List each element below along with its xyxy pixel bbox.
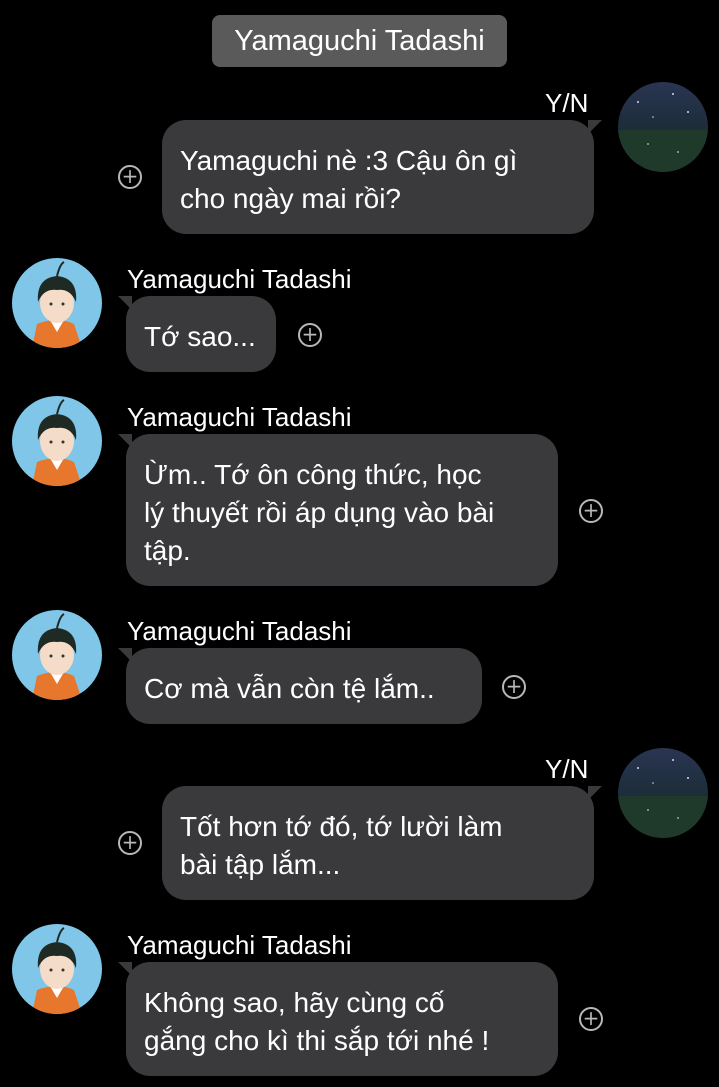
bubble-tail — [588, 120, 602, 134]
sender-name: Yamaguchi Tadashi — [127, 402, 352, 432]
bubble-tail — [588, 786, 602, 800]
message-line: bài tập lắm... — [180, 849, 341, 880]
chat-title: Yamaguchi Tadashi — [212, 15, 507, 67]
sender-name: Y/N — [545, 88, 589, 118]
bubble-tail — [118, 434, 132, 448]
add-reaction-icon[interactable]: + — [118, 165, 142, 189]
yamaguchi-avatar[interactable] — [12, 924, 102, 1014]
sender-name: Yamaguchi Tadashi — [127, 616, 352, 646]
bubble-tail — [118, 648, 132, 662]
message-line: cho ngày mai rồi? — [180, 183, 402, 214]
message-bubble[interactable]: Ừm.. Tớ ôn công thức, học lý thuyết rồi … — [126, 434, 558, 586]
yamaguchi-avatar[interactable] — [12, 610, 102, 700]
message-bubble[interactable]: Tốt hơn tớ đó, tớ lười làm bài tập lắm..… — [162, 786, 594, 900]
message-line: Tốt hơn tớ đó, tớ lười làm — [180, 811, 503, 842]
sender-name: Yamaguchi Tadashi — [127, 264, 352, 294]
yamaguchi-avatar[interactable] — [12, 258, 102, 348]
message-line: lý thuyết rồi áp dụng vào bài — [144, 497, 495, 528]
message-line: Cơ mà vẫn còn tệ lắm.. — [144, 673, 435, 704]
message-line: gắng cho kì thi sắp tới nhé ! — [144, 1025, 490, 1056]
add-reaction-icon[interactable]: + — [579, 1007, 603, 1031]
bubble-tail — [118, 296, 132, 310]
message-bubble[interactable]: Không sao, hãy cùng cố gắng cho kì thi s… — [126, 962, 558, 1076]
bubble-tail — [118, 962, 132, 976]
message-line: Ừm.. Tớ ôn công thức, học — [144, 459, 482, 490]
message-bubble[interactable]: Cơ mà vẫn còn tệ lắm.. — [126, 648, 482, 724]
message-line: Yamaguchi nè :3 Cậu ôn gì — [180, 145, 518, 176]
message-line: Tớ sao... — [144, 321, 256, 352]
add-reaction-icon[interactable]: + — [502, 675, 526, 699]
night-sky-avatar[interactable] — [618, 748, 708, 838]
add-reaction-icon[interactable]: + — [118, 831, 142, 855]
sender-name: Y/N — [545, 754, 589, 784]
add-reaction-icon[interactable]: + — [579, 499, 603, 523]
message-bubble[interactable]: Tớ sao... — [126, 296, 276, 372]
message-bubble[interactable]: Yamaguchi nè :3 Cậu ôn gì cho ngày mai r… — [162, 120, 594, 234]
yamaguchi-avatar[interactable] — [12, 396, 102, 486]
message-line: Không sao, hãy cùng cố — [144, 987, 445, 1018]
message-line: tập. — [144, 535, 191, 566]
night-sky-avatar[interactable] — [618, 82, 708, 172]
sender-name: Yamaguchi Tadashi — [127, 930, 352, 960]
add-reaction-icon[interactable]: + — [298, 323, 322, 347]
